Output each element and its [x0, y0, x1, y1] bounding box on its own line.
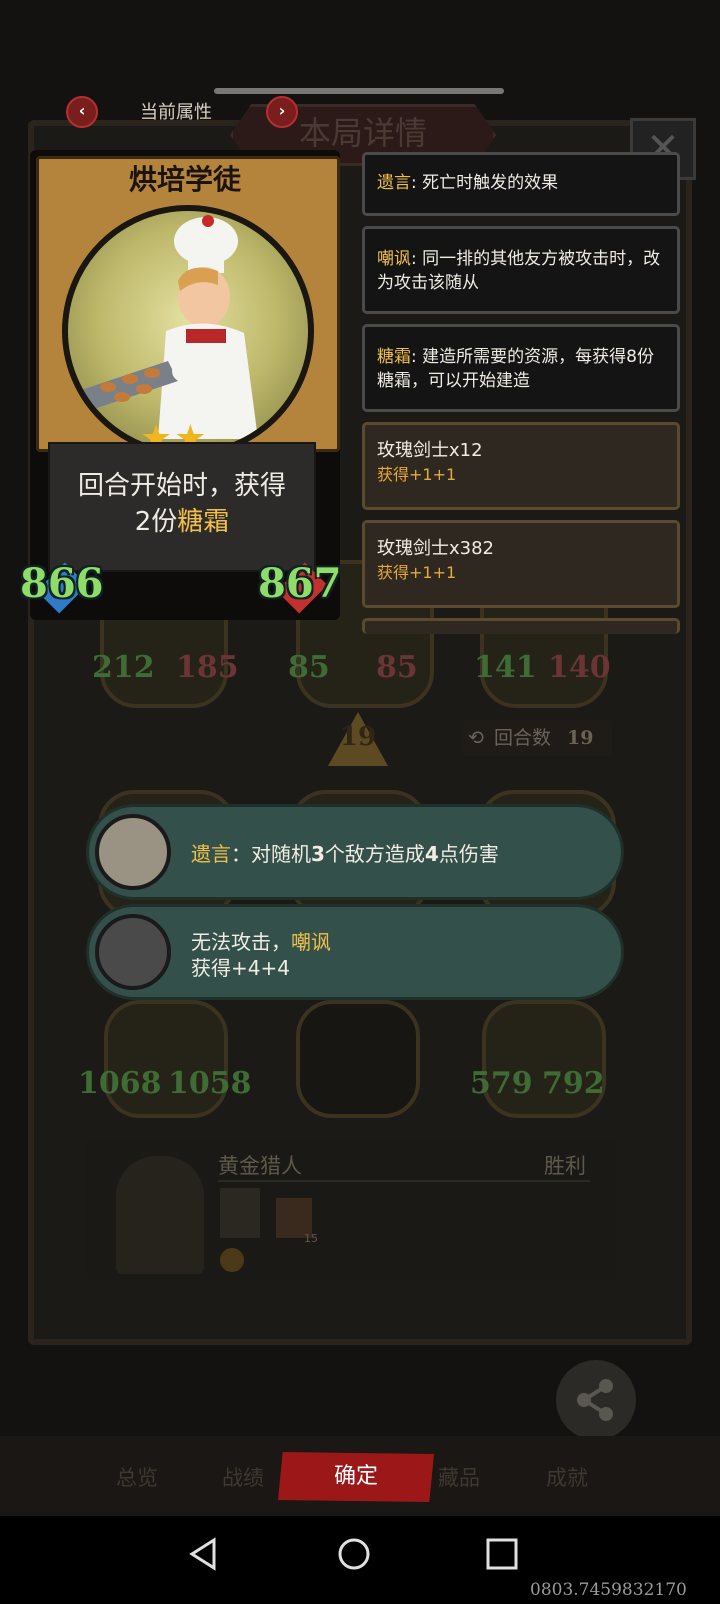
opponent-name: 黄金猎人 — [218, 1154, 302, 1178]
unit-health: 1058 — [168, 1066, 252, 1101]
desc-amount: 2份 — [134, 507, 178, 537]
card-description: 回合开始时，获得 2份糖霜 — [48, 442, 316, 572]
tip-keyword: 嘲讽 — [377, 249, 411, 269]
unit-health: 792 — [542, 1066, 605, 1101]
coin-icon — [220, 1248, 244, 1272]
desc-keyword: 糖霜 — [177, 507, 230, 537]
tip-text: : 同一排的其他友方被攻击时，改为攻击该随从 — [377, 249, 661, 293]
gain-source: 玫瑰剑士x12 — [377, 440, 483, 461]
round-counter: ⟲ 回合数 19 — [462, 720, 612, 756]
tab-overview[interactable]: 总览 — [116, 1462, 158, 1492]
shield-wall-icon — [95, 914, 171, 990]
effect-text: 遗言：对随机3个敌方造成4点伤害 — [191, 841, 499, 867]
next-attr-button[interactable]: › — [266, 96, 298, 128]
effect-number: 4 — [424, 842, 439, 866]
gain-entry: 玫瑰剑士x382 获得+1+1 — [362, 520, 680, 608]
unit-attack: 1068 — [78, 1066, 162, 1101]
share-icon — [577, 1379, 613, 1421]
drag-handle[interactable] — [214, 88, 504, 94]
tab-collection[interactable]: 藏品 — [438, 1462, 480, 1492]
tip-keyword: 糖霜 — [377, 347, 411, 367]
tab-achievement[interactable]: 成就 — [546, 1462, 588, 1492]
unit-attack: 579 — [470, 1066, 533, 1101]
opponent-item — [220, 1188, 260, 1238]
gain-source: 玫瑰剑士x382 — [377, 538, 495, 559]
effect-part: 无法攻击， — [191, 930, 291, 954]
tip-text: : 死亡时触发的效果 — [411, 173, 559, 193]
gain-value: 获得+1+1 — [377, 563, 457, 582]
gain-entry-partial — [362, 618, 680, 634]
effect-number: 3 — [311, 842, 325, 866]
tip-taunt: 嘲讽: 同一排的其他友方被攻击时，改为攻击该随从 — [362, 226, 680, 314]
unit-attack: 212 — [92, 650, 155, 685]
unit-attack: 141 — [474, 650, 537, 685]
effect-keyword: 遗言 — [191, 842, 231, 866]
divider — [218, 1180, 590, 1182]
tab-record[interactable]: 战绩 — [222, 1462, 264, 1492]
confirm-button[interactable]: 确定 — [278, 1452, 434, 1502]
unit-attack: 85 — [288, 650, 330, 685]
round-badge-number: 19 — [339, 722, 377, 752]
unit-health: 85 — [376, 650, 418, 685]
desc-line1: 回合开始时，获得 — [77, 471, 286, 501]
tip-text: : 建造所需要的资源，每获得8份糖霜，可以开始建造 — [377, 347, 654, 391]
recents-icon[interactable] — [482, 1534, 522, 1574]
card-attack: 866 — [20, 560, 104, 607]
round-value: 19 — [567, 727, 594, 749]
home-icon[interactable] — [334, 1534, 374, 1574]
effect-deathrattle: 遗言：对随机3个敌方造成4点伤害 — [86, 804, 624, 900]
effect-keyword: 嘲讽 — [291, 930, 331, 954]
desc-line2: 2份糖霜 — [50, 504, 314, 540]
refresh-icon: ⟲ — [468, 727, 484, 749]
gain-entry: 玫瑰剑士x12 获得+1+1 — [362, 422, 680, 510]
card-health: 867 — [258, 560, 342, 607]
timestamp: 0803.7459832170 — [530, 1580, 687, 1600]
back-icon[interactable] — [184, 1534, 224, 1574]
opponent-avatar — [116, 1156, 204, 1274]
effect-part: ：对随机 — [231, 842, 311, 866]
gain-value: 获得+1+1 — [377, 465, 457, 484]
share-button[interactable] — [556, 1360, 636, 1440]
chevron-left-icon: ‹ — [78, 101, 86, 120]
current-attr-label: 当前属性 — [140, 102, 212, 123]
tip-frosting: 糖霜: 建造所需要的资源，每获得8份糖霜，可以开始建造 — [362, 324, 680, 412]
board-slot-empty — [296, 1000, 420, 1118]
bomb-icon — [95, 814, 171, 890]
effect-text: 无法攻击，嘲讽 获得+4+4 — [191, 929, 331, 981]
prev-attr-button[interactable]: ‹ — [66, 96, 98, 128]
tip-deathrattle: 遗言: 死亡时触发的效果 — [362, 152, 680, 216]
round-label: 回合数 — [493, 727, 551, 749]
unit-health: 140 — [548, 650, 611, 685]
baker-illustration — [78, 215, 258, 439]
effect-part: 个敌方造成 — [324, 842, 425, 866]
opponent-result: 胜利 — [544, 1154, 586, 1178]
tip-keyword: 遗言 — [377, 173, 411, 193]
unit-health: 185 — [176, 650, 239, 685]
item-count: 15 — [304, 1232, 318, 1245]
effect-taunt: 无法攻击，嘲讽 获得+4+4 — [86, 904, 624, 1000]
card-name: 烘培学徒 — [128, 163, 241, 196]
effect-part: 点伤害 — [438, 842, 499, 866]
effect-gain: 获得+4+4 — [191, 956, 290, 980]
chevron-right-icon: › — [278, 101, 286, 120]
